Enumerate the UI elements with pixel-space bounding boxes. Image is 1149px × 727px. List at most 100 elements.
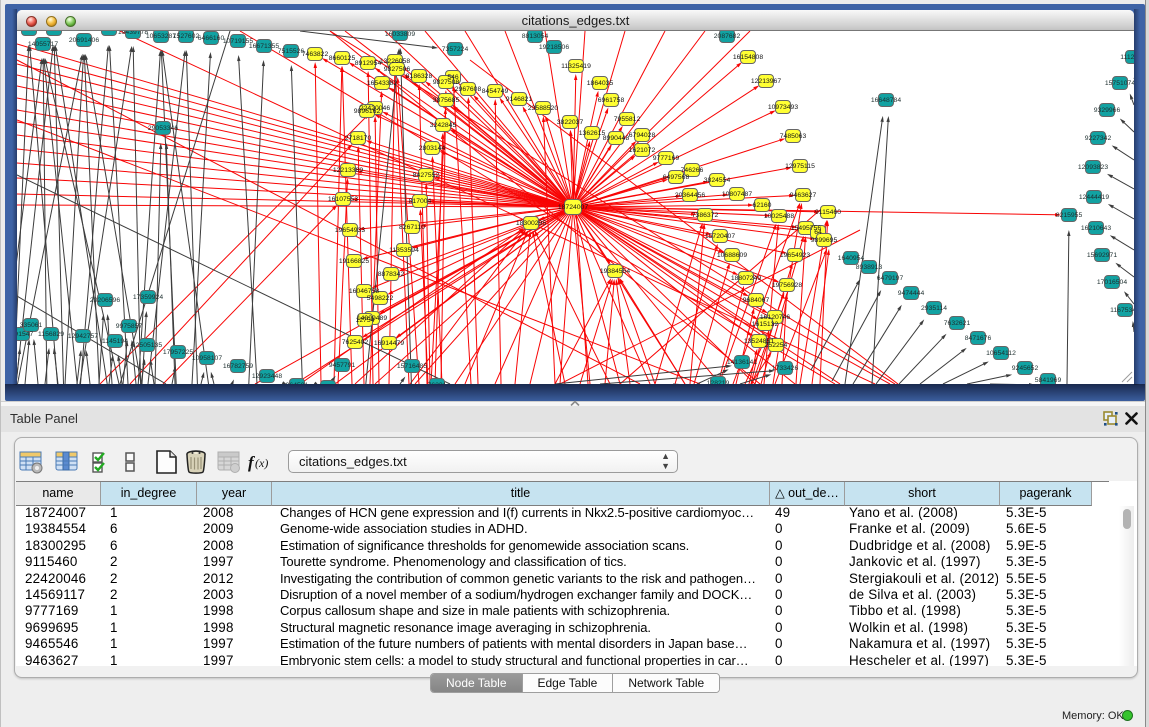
svg-text:20364456: 20364456 xyxy=(675,192,705,199)
svg-text:9329966: 9329966 xyxy=(1094,107,1121,114)
svg-text:746266: 746266 xyxy=(681,167,704,174)
svg-text:7632621: 7632621 xyxy=(944,320,971,327)
svg-text:252254: 252254 xyxy=(765,342,788,349)
svg-text:7357224: 7357224 xyxy=(442,46,469,53)
svg-text:18300295: 18300295 xyxy=(516,220,546,227)
svg-text:19166825: 19166825 xyxy=(339,258,369,265)
svg-text:12213389: 12213389 xyxy=(333,167,363,174)
svg-text:9896162: 9896162 xyxy=(354,108,381,115)
svg-text:10025488: 10025488 xyxy=(764,213,794,220)
svg-text:2803144: 2803144 xyxy=(419,145,446,152)
svg-text:11325419: 11325419 xyxy=(561,63,591,70)
svg-text:8912954: 8912954 xyxy=(355,60,382,67)
svg-text:5498222: 5498222 xyxy=(367,295,394,302)
svg-text:16033809: 16033809 xyxy=(385,31,415,38)
svg-text:7515526: 7515526 xyxy=(278,48,305,55)
svg-text:19654933: 19654933 xyxy=(335,227,365,234)
svg-text:20691406: 20691406 xyxy=(69,37,99,44)
svg-text:5841969: 5841969 xyxy=(1035,377,1062,384)
svg-text:17359924: 17359924 xyxy=(133,294,163,301)
svg-text:8267110: 8267110 xyxy=(399,224,425,231)
svg-text:8454749: 8454749 xyxy=(482,88,509,95)
svg-text:9227342: 9227342 xyxy=(1085,135,1112,142)
svg-text:1733426: 1733426 xyxy=(772,365,799,372)
svg-text:3824554: 3824554 xyxy=(704,177,731,184)
svg-text:9146821: 9146821 xyxy=(506,96,533,103)
svg-text:12505135: 12505135 xyxy=(132,342,162,349)
svg-text:16120746: 16120746 xyxy=(760,314,790,321)
svg-text:18807249: 18807249 xyxy=(731,275,761,282)
svg-text:8215955: 8215955 xyxy=(1056,212,1083,219)
svg-text:19756928: 19756928 xyxy=(772,282,802,289)
svg-text:9457791: 9457791 xyxy=(329,362,356,369)
svg-text:12975115: 12975115 xyxy=(785,163,815,170)
svg-text:(x): (x) xyxy=(255,456,268,470)
svg-text:6466160: 6466160 xyxy=(198,35,225,42)
svg-text:10653287: 10653287 xyxy=(146,33,176,40)
svg-text:1145194: 1145194 xyxy=(102,338,128,345)
svg-text:9463627: 9463627 xyxy=(790,192,817,199)
svg-text:19384554: 19384554 xyxy=(600,268,630,275)
svg-text:15720407: 15720407 xyxy=(705,233,735,240)
svg-text:9245652: 9245652 xyxy=(1012,365,1039,372)
svg-text:15692971: 15692971 xyxy=(1087,252,1117,259)
svg-text:19654923: 19654923 xyxy=(780,252,810,259)
svg-text:9899695: 9899695 xyxy=(811,237,838,244)
svg-text:11353594: 11353594 xyxy=(389,247,419,254)
svg-text:76231: 76231 xyxy=(428,382,447,384)
svg-text:7386372: 7386372 xyxy=(692,212,719,219)
svg-text:9777169: 9777169 xyxy=(653,155,680,162)
svg-text:64: 64 xyxy=(814,229,822,236)
svg-text:6794028: 6794028 xyxy=(629,132,656,139)
svg-text:991547: 991547 xyxy=(17,331,34,338)
svg-text:1156829: 1156829 xyxy=(38,331,64,338)
svg-text:10654112: 10654112 xyxy=(986,350,1016,357)
svg-text:7485063: 7485063 xyxy=(780,133,807,140)
svg-text:6961758: 6961758 xyxy=(598,97,625,104)
svg-text:12754: 12754 xyxy=(356,317,375,324)
svg-text:8813054: 8813054 xyxy=(522,33,549,40)
svg-text:817004: 817004 xyxy=(409,198,432,205)
svg-text:2935114: 2935114 xyxy=(921,305,947,312)
svg-text:3822037: 3822037 xyxy=(557,119,584,126)
svg-text:16782759: 16782759 xyxy=(223,363,253,370)
svg-text:1615132: 1615132 xyxy=(752,321,779,328)
svg-text:9115460: 9115460 xyxy=(815,209,841,216)
svg-text:2967608: 2967608 xyxy=(455,86,482,93)
svg-text:23588520: 23588520 xyxy=(528,105,558,112)
svg-text:17957225: 17957225 xyxy=(163,349,193,356)
svg-text:7463822: 7463822 xyxy=(302,51,329,58)
svg-text:8471676: 8471676 xyxy=(965,335,992,342)
svg-text:1864035: 1864035 xyxy=(587,80,614,87)
svg-text:9684067: 9684067 xyxy=(743,297,770,304)
svg-text:8878342: 8878342 xyxy=(378,271,405,278)
svg-text:8938913: 8938913 xyxy=(856,264,883,271)
svg-text:16543382: 16543382 xyxy=(367,80,397,87)
svg-text:18724007: 18724007 xyxy=(558,204,588,211)
svg-text:1621072: 1621072 xyxy=(629,147,656,154)
svg-text:20206596: 20206596 xyxy=(90,297,120,304)
svg-text:10973493: 10973493 xyxy=(768,104,798,111)
svg-text:12923448: 12923448 xyxy=(252,373,282,380)
svg-text:6479197: 6479197 xyxy=(877,275,904,282)
svg-text:16671355: 16671355 xyxy=(249,43,279,50)
svg-text:12942757: 12942757 xyxy=(68,333,98,340)
svg-text:10688609: 10688609 xyxy=(717,252,747,259)
svg-text:9827508: 9827508 xyxy=(433,79,460,86)
svg-text:17016504: 17016504 xyxy=(1097,279,1127,286)
svg-text:12213967: 12213967 xyxy=(751,78,781,85)
svg-text:335061: 335061 xyxy=(20,322,43,329)
svg-text:8660125: 8660125 xyxy=(329,55,356,62)
svg-text:8427552: 8427552 xyxy=(413,172,440,179)
svg-text:9975857: 9975857 xyxy=(116,323,143,330)
svg-text:11675349: 11675349 xyxy=(1110,307,1134,314)
svg-text:15716485: 15716485 xyxy=(397,363,427,370)
svg-text:16154808: 16154808 xyxy=(733,54,763,61)
svg-text:1362615: 1362615 xyxy=(579,130,606,137)
svg-text:16046758: 16046758 xyxy=(349,288,379,295)
svg-text:1527602: 1527602 xyxy=(173,33,200,40)
svg-text:128219: 128219 xyxy=(707,380,730,384)
svg-text:12444419: 12444419 xyxy=(1079,194,1109,201)
svg-text:16914479: 16914479 xyxy=(374,340,404,347)
svg-text:10807487: 10807487 xyxy=(722,191,752,198)
